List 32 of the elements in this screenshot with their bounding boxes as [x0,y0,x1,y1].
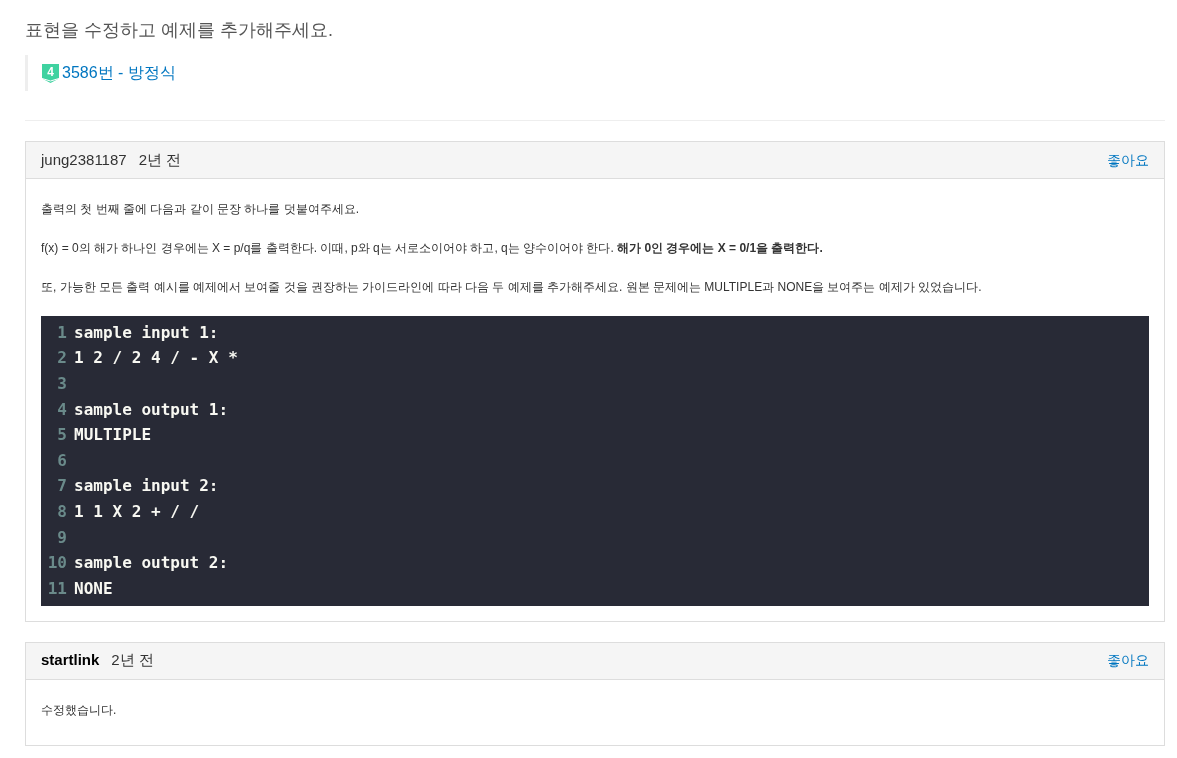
line-number: 4 [56,398,68,421]
comment-text: 수정했습니다. [41,701,118,719]
comment-time: 2년 전 [111,650,154,671]
post-title: 표현을 수정하고 예제를 추가해주세요. [25,19,334,42]
code-line: NONE [74,577,113,600]
line-number: 11 [46,577,68,600]
level-shield-icon: 4 [42,63,59,83]
comment-author: startlink [41,650,100,671]
code-line: sample input 2: [74,475,219,498]
line-number: 6 [56,449,68,472]
line-number: 8 [56,500,68,523]
line-number: 5 [56,424,68,447]
comment-author: jung2381187 [41,149,127,170]
line-number: 2 [56,347,68,370]
line-number: 7 [56,475,68,498]
comment-text: f(x) = 0의 해가 하나인 경우에는 X = p/q를 출력한다. 이때, p와 q는 서로소이어야 하고, q는 양수이어야 한다. 해가 0인 경우에는 X = 0/1을 출력한다. [41,240,824,257]
code-line: sample input 1: [74,321,219,344]
code-line: sample output 1: [74,398,229,421]
line-number: 10 [46,552,68,575]
comment-text: 또, 가능한 모든 출력 예시를 예제에서 보여줄 것을 권장하는 가이드라인에 따라 다음 두 예제를 추가해주세요. 원본 문제에는 MULTIPLE과 NONE을 보여주는 예제가 있었습니다. [41,279,983,296]
code-line: 1 2 / 2 4 / - X * [74,347,238,370]
code-line: 1 1 X 2 + / / [74,500,200,523]
line-number: 1 [56,321,68,344]
code-line: sample output 2: [74,552,229,575]
comment-time: 2년 전 [138,149,182,170]
problem-link[interactable]: 3586번 - 방정식 [62,62,176,84]
like-link[interactable]: 좋아요 [1107,149,1149,171]
like-link[interactable]: 좋아요 [1107,650,1149,672]
line-number: 9 [56,526,68,549]
comment-text: 출력의 첫 번째 줄에 다음과 같이 문장 하나를 덧붙여주세요. [41,201,360,218]
code-line: MULTIPLE [74,424,152,447]
line-number: 3 [56,373,68,395]
